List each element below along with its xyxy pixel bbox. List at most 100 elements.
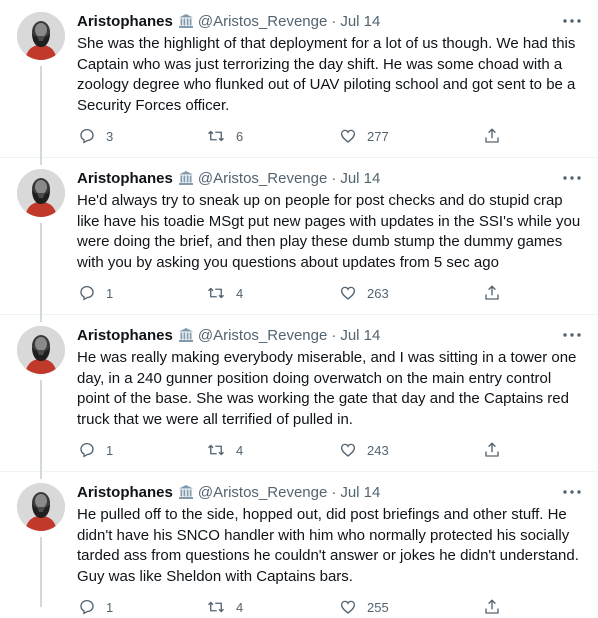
tweet-header: Aristophanes @Aristos_Revenge · Jul 14 [77, 325, 578, 345]
tweet[interactable]: Aristophanes @Aristos_Revenge · Jul 14 S… [0, 0, 598, 157]
retweet-button[interactable]: 6 [206, 125, 243, 147]
share-button[interactable] [483, 439, 501, 461]
retweet-icon [208, 287, 224, 299]
share-button[interactable] [483, 596, 501, 618]
separator: · [331, 169, 337, 187]
avatar[interactable] [17, 169, 65, 217]
heart-icon [340, 286, 356, 300]
like-count: 243 [367, 442, 389, 458]
bust-portrait-icon [17, 169, 65, 217]
heart-icon [340, 443, 356, 457]
retweet-button[interactable]: 4 [206, 282, 243, 304]
government-building-icon [178, 484, 194, 500]
tweet-header: Aristophanes @Aristos_Revenge · Jul 14 [77, 482, 578, 502]
reply-icon [80, 599, 94, 615]
thread-connector [40, 380, 42, 471]
display-name[interactable]: Aristophanes [77, 13, 173, 30]
reply-button[interactable]: 1 [78, 439, 113, 461]
thread-connector [40, 66, 42, 157]
separator: · [331, 326, 337, 344]
user-handle[interactable]: @Aristos_Revenge [198, 170, 327, 187]
tweet-text: She was the highlight of that deployment… [77, 35, 576, 114]
government-building-icon [178, 13, 194, 29]
tweet-text: He was really making everybody miserable… [77, 349, 577, 428]
tweet-actions: 1 4 243 [77, 439, 517, 461]
retweet-icon [208, 444, 224, 456]
reply-icon [80, 285, 94, 301]
avatar[interactable] [17, 326, 65, 374]
more-options-icon[interactable] [560, 483, 584, 501]
thread-connector [40, 157, 42, 165]
thread-connector [40, 537, 42, 607]
reply-count: 3 [106, 128, 114, 144]
separator: · [331, 483, 337, 501]
like-count: 277 [367, 128, 389, 144]
reply-button[interactable]: 3 [78, 125, 113, 147]
tweet-actions: 1 4 255 [77, 596, 517, 618]
bust-portrait-icon [17, 12, 65, 60]
separator: · [331, 12, 337, 30]
retweet-button[interactable]: 4 [206, 439, 243, 461]
display-name[interactable]: Aristophanes [77, 327, 173, 344]
thread-connector [40, 223, 42, 314]
reply-icon [80, 442, 94, 458]
user-handle[interactable]: @Aristos_Revenge [198, 484, 327, 501]
tweet-header: Aristophanes @Aristos_Revenge · Jul 14 [77, 168, 578, 188]
share-button[interactable] [483, 282, 501, 304]
tweet-text: He pulled off to the side, hopped out, d… [77, 506, 579, 585]
user-handle[interactable]: @Aristos_Revenge [198, 327, 327, 344]
reply-count: 1 [106, 442, 114, 458]
display-name[interactable]: Aristophanes [77, 170, 173, 187]
retweet-icon [208, 601, 224, 613]
government-building-icon [178, 327, 194, 343]
more-options-icon[interactable] [560, 12, 584, 30]
government-building-icon [178, 170, 194, 186]
like-button[interactable]: 243 [339, 439, 389, 461]
heart-icon [340, 600, 356, 614]
share-icon [485, 599, 499, 614]
user-handle[interactable]: @Aristos_Revenge [198, 13, 327, 30]
tweet[interactable]: Aristophanes @Aristos_Revenge · Jul 14 H… [0, 471, 598, 615]
avatar[interactable] [17, 12, 65, 60]
share-icon [485, 128, 499, 143]
like-button[interactable]: 255 [339, 596, 389, 618]
tweet-actions: 1 4 263 [77, 282, 517, 304]
thread-connector [40, 314, 42, 322]
more-options-icon[interactable] [560, 169, 584, 187]
bust-portrait-icon [17, 483, 65, 531]
reply-count: 1 [106, 285, 114, 301]
thread-connector [40, 471, 42, 479]
more-options-icon[interactable] [560, 326, 584, 344]
reply-button[interactable]: 1 [78, 596, 113, 618]
timestamp[interactable]: Jul 14 [340, 13, 380, 30]
like-count: 255 [367, 599, 389, 615]
timestamp[interactable]: Jul 14 [340, 170, 380, 187]
reply-button[interactable]: 1 [78, 282, 113, 304]
heart-icon [340, 129, 356, 143]
display-name[interactable]: Aristophanes [77, 484, 173, 501]
like-button[interactable]: 277 [339, 125, 389, 147]
share-button[interactable] [483, 125, 501, 147]
share-icon [485, 442, 499, 457]
timestamp[interactable]: Jul 14 [340, 327, 380, 344]
retweet-count: 4 [236, 599, 244, 615]
tweet[interactable]: Aristophanes @Aristos_Revenge · Jul 14 H… [0, 314, 598, 471]
tweet-text: He'd always try to sneak up on people fo… [77, 192, 581, 271]
share-icon [485, 285, 499, 300]
tweet-thread: Aristophanes @Aristos_Revenge · Jul 14 S… [0, 0, 598, 615]
bust-portrait-icon [17, 326, 65, 374]
tweet[interactable]: Aristophanes @Aristos_Revenge · Jul 14 H… [0, 157, 598, 314]
reply-count: 1 [106, 599, 114, 615]
like-button[interactable]: 263 [339, 282, 389, 304]
reply-icon [80, 128, 94, 144]
retweet-count: 4 [236, 285, 244, 301]
retweet-count: 4 [236, 442, 244, 458]
retweet-button[interactable]: 4 [206, 596, 243, 618]
like-count: 263 [367, 285, 389, 301]
tweet-actions: 3 6 277 [77, 125, 517, 147]
timestamp[interactable]: Jul 14 [340, 484, 380, 501]
avatar[interactable] [17, 483, 65, 531]
retweet-icon [208, 130, 224, 142]
retweet-count: 6 [236, 128, 244, 144]
tweet-header: Aristophanes @Aristos_Revenge · Jul 14 [77, 11, 578, 31]
